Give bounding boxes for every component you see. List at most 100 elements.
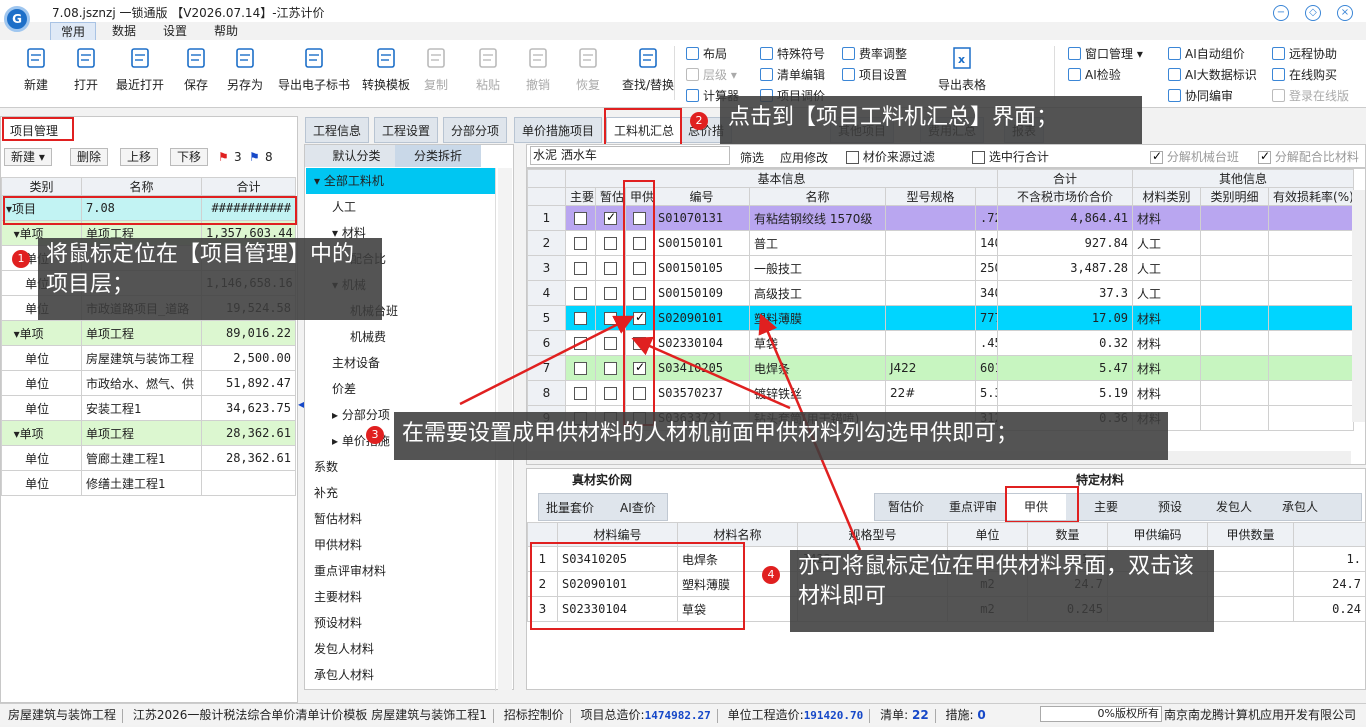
estimate-cell[interactable] — [595, 380, 626, 406]
price-source-filter-checkbox[interactable]: 材价来源过滤 — [846, 148, 935, 165]
batch-price-button[interactable]: 批量套价 — [546, 499, 594, 516]
checkbox[interactable] — [604, 262, 617, 275]
category-item[interactable]: 机械费 — [306, 324, 495, 350]
grid-col-header[interactable]: 编号 — [653, 187, 750, 206]
grid-col-header[interactable]: 名称 — [749, 187, 886, 206]
tab-subdivision[interactable]: 分部分项 — [443, 117, 508, 143]
grid-col-header[interactable]: 型号规格 — [885, 187, 976, 206]
checkbox[interactable] — [574, 312, 587, 325]
estimate-cell[interactable] — [595, 330, 626, 356]
list-edit-button[interactable]: 清单编辑 — [760, 65, 825, 85]
grid-col-header[interactable]: 材料类别 — [1132, 187, 1202, 206]
ai-check-button[interactable]: AI检验 — [1068, 65, 1121, 85]
main-cell[interactable] — [565, 355, 596, 381]
checkbox[interactable] — [574, 237, 587, 250]
grid-col-header[interactable] — [974, 187, 999, 206]
project-tree-row[interactable]: 单位 市政给水、燃气、供 51,892.47 — [1, 370, 296, 396]
project-tree-row[interactable]: 单位 修缮土建工程1 — [1, 470, 296, 496]
grid-col-header[interactable]: 有效损耗率(%) — [1268, 187, 1355, 206]
project-tree-row[interactable]: ▾单项 单项工程 89,016.22 — [1, 320, 296, 346]
grid-col-header[interactable]: 不含税市场价合价 — [997, 187, 1134, 206]
grid-vertical-scrollbar[interactable] — [1352, 190, 1365, 422]
undo-button[interactable]: 撤销 — [520, 44, 556, 104]
supply-col-header[interactable]: 数量 — [1027, 522, 1108, 547]
project-tree-row[interactable]: 单位 安装工程1 34,623.75 — [1, 395, 296, 421]
checkbox[interactable] — [574, 262, 587, 275]
tab-project-info[interactable]: 工程信息 — [305, 117, 370, 143]
category-item[interactable]: ▾ 全部工料机 — [306, 168, 495, 194]
project-tree-row[interactable]: 单位 房屋建筑与装饰工程 2,500.00 — [1, 345, 296, 371]
ai-price-button[interactable]: AI查价 — [620, 499, 656, 516]
menu-tab-common[interactable]: 常用 — [50, 22, 97, 40]
main-cell[interactable] — [565, 330, 596, 356]
category-item[interactable]: 价差 — [306, 376, 495, 402]
category-item[interactable]: 承包人材料 — [306, 662, 495, 688]
supply-col-header[interactable]: 单位 — [947, 522, 1028, 547]
main-cell[interactable] — [565, 205, 596, 231]
tab-main[interactable]: 主要 — [1076, 494, 1136, 520]
recent-button[interactable]: 最近打开 — [112, 44, 168, 104]
estimate-cell[interactable] — [595, 355, 626, 381]
checkbox[interactable] — [574, 212, 587, 225]
estimate-cell[interactable] — [595, 305, 626, 331]
tab-preset[interactable]: 预设 — [1140, 494, 1200, 520]
app-logo-icon[interactable]: G — [4, 6, 30, 32]
tab-unit-measures[interactable]: 单价措施项目 — [514, 117, 603, 143]
col-header-type[interactable]: 类别 — [1, 177, 82, 196]
estimate-cell[interactable] — [595, 280, 626, 306]
move-up-button[interactable]: 上移 — [120, 148, 159, 166]
remote-assist-button[interactable]: 远程协助 — [1272, 44, 1337, 64]
export-table-button[interactable]: x 导出表格 — [934, 44, 990, 104]
menu-tab-settings[interactable]: 设置 — [153, 22, 197, 40]
export-bid-button[interactable]: 导出电子标书 — [274, 44, 354, 104]
col-header-name[interactable]: 名称 — [81, 177, 202, 196]
special-symbol-button[interactable]: 特殊符号 — [760, 44, 825, 64]
checkbox[interactable] — [604, 337, 617, 350]
save-as-button[interactable]: 另存为 — [222, 44, 268, 104]
tab-contractor[interactable]: 承包人 — [1270, 494, 1330, 520]
save-button[interactable]: 保存 — [176, 44, 216, 104]
close-icon[interactable]: × — [1337, 5, 1353, 21]
apply-change-button[interactable]: 应用修改 — [780, 149, 828, 166]
convert-template-button[interactable]: 转换模板 — [358, 44, 414, 104]
category-item[interactable]: 重点评审材料 — [306, 558, 495, 584]
estimate-cell[interactable] — [595, 205, 626, 231]
split-mix-checkbox[interactable]: 分解配合比材料 — [1258, 148, 1359, 165]
tab-key-review[interactable]: 重点评审 — [940, 494, 1006, 520]
split-machine-checkbox[interactable]: 分解机械台班 — [1150, 148, 1239, 165]
main-cell[interactable] — [565, 305, 596, 331]
grid-col-header[interactable]: 主要 — [565, 187, 596, 206]
supply-col-header[interactable]: 规格型号 — [797, 522, 948, 547]
window-manage-button[interactable]: 窗口管理 ▾ — [1068, 44, 1143, 64]
main-cell[interactable] — [565, 230, 596, 256]
menu-tab-help[interactable]: 帮助 — [204, 22, 248, 40]
estimate-cell[interactable] — [595, 230, 626, 256]
filter-button[interactable]: 筛选 — [740, 149, 764, 166]
ai-bigdata-button[interactable]: AI大数据标识 — [1168, 65, 1257, 85]
checkbox[interactable] — [604, 387, 617, 400]
supply-col-header[interactable]: 甲供编码 — [1107, 522, 1208, 547]
grid-col-header[interactable]: 类别明细 — [1200, 187, 1270, 206]
category-item[interactable]: 主要材料 — [306, 584, 495, 610]
category-item[interactable]: 暂估材料 — [306, 506, 495, 532]
project-tree-row[interactable]: ▾单项 单项工程 28,362.61 — [1, 420, 296, 446]
estimate-cell[interactable] — [595, 255, 626, 281]
new-button[interactable]: 新建 — [18, 44, 54, 104]
selected-row-sum-checkbox[interactable]: 选中行合计 — [972, 148, 1049, 165]
grid-col-header[interactable]: 暂估 — [595, 187, 626, 206]
blue-flag-icon[interactable]: ⚑ — [249, 150, 260, 164]
project-tree-row[interactable]: 单位 管廊土建工程1 28,362.61 — [1, 445, 296, 471]
redo-button[interactable]: 恢复 — [570, 44, 606, 104]
restore-icon[interactable]: ◇ — [1305, 5, 1321, 21]
checkbox[interactable] — [604, 287, 617, 300]
ai-auto-price-button[interactable]: AI自动组价 — [1168, 44, 1245, 64]
checkbox[interactable] — [574, 387, 587, 400]
category-item[interactable]: 预设材料 — [306, 610, 495, 636]
tab-employer[interactable]: 发包人 — [1204, 494, 1264, 520]
delete-button[interactable]: 删除 — [70, 148, 109, 166]
tab-project-settings[interactable]: 工程设置 — [374, 117, 439, 143]
checkbox[interactable] — [604, 312, 617, 325]
find-replace-button[interactable]: 查找/替换 — [616, 44, 680, 104]
checkbox[interactable] — [604, 237, 617, 250]
category-item[interactable]: 人工 — [306, 194, 495, 220]
